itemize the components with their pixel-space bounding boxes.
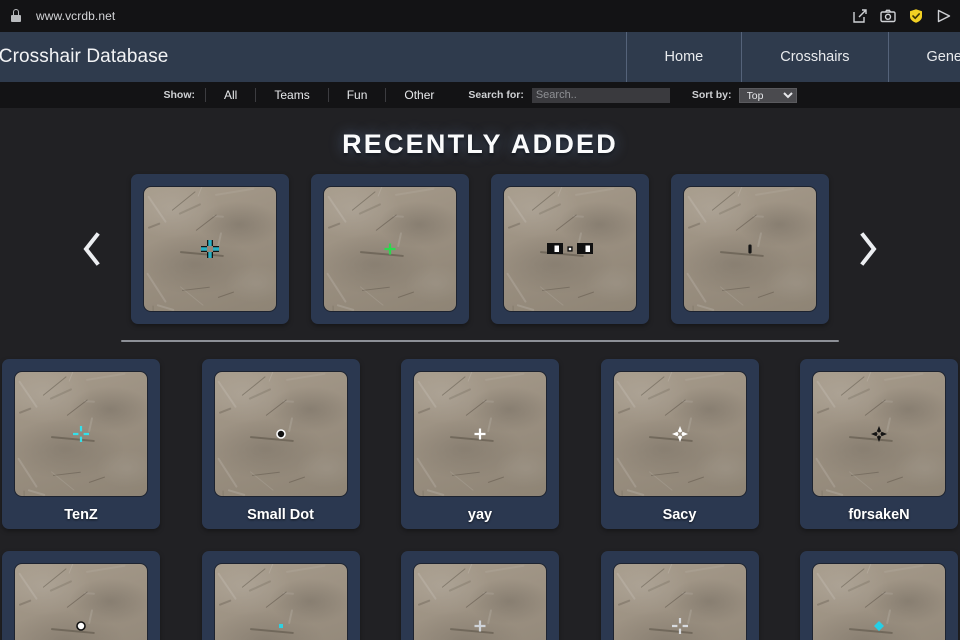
- nav-item-home[interactable]: Home: [626, 32, 742, 82]
- filter-bar: Show: All Teams Fun Other Search for: So…: [0, 82, 960, 108]
- crosshair-glyph: [856, 603, 902, 640]
- crosshair-glyph: [457, 603, 503, 640]
- crosshair-grid-row-2: [0, 551, 960, 640]
- filter-fun[interactable]: Fun: [329, 88, 387, 102]
- browser-toolbar: www.vcrdb.net: [0, 0, 960, 32]
- page-title: RECENTLY ADDED: [0, 129, 960, 160]
- crosshair-glyph: [727, 226, 773, 272]
- crosshair-preview: [613, 371, 747, 497]
- crosshair-glyph: [367, 226, 413, 272]
- crosshair-glyph: [258, 603, 304, 640]
- crosshair-glyph: [457, 411, 503, 457]
- crosshair-card[interactable]: [2, 551, 160, 640]
- crosshair-preview: [503, 186, 637, 312]
- main-nav: Home Crosshairs Gene: [626, 32, 960, 82]
- search-label: Search for:: [468, 89, 523, 101]
- crosshair-glyph: [856, 411, 902, 457]
- crosshair-preview: [14, 563, 148, 640]
- crosshair-preview: [14, 371, 148, 497]
- crosshair-card[interactable]: [311, 174, 469, 324]
- card-title: Small Dot: [214, 507, 348, 523]
- shield-check-icon[interactable]: [908, 8, 924, 24]
- card-title: f0rsakeN: [812, 507, 946, 523]
- crosshair-glyph: [657, 603, 703, 640]
- crosshair-card[interactable]: [491, 174, 649, 324]
- lock-icon: [10, 9, 22, 23]
- crosshair-card[interactable]: [601, 551, 759, 640]
- crosshair-glyph: [657, 411, 703, 457]
- crosshair-card[interactable]: [131, 174, 289, 324]
- send-icon[interactable]: [936, 8, 952, 24]
- show-label: Show:: [164, 89, 196, 101]
- crosshair-glyph: [58, 603, 104, 640]
- nav-item-generator[interactable]: Gene: [888, 32, 960, 82]
- crosshair-card-f0rsaken[interactable]: f0rsakeN: [800, 359, 958, 529]
- site-title: t Crosshair Database: [0, 46, 168, 68]
- crosshair-card-small-dot[interactable]: Small Dot: [202, 359, 360, 529]
- crosshair-preview: [413, 563, 547, 640]
- crosshair-preview: [214, 371, 348, 497]
- crosshair-glyph: [258, 411, 304, 457]
- url-text[interactable]: www.vcrdb.net: [36, 9, 115, 23]
- crosshair-glyph: [187, 226, 233, 272]
- card-title: Sacy: [613, 507, 747, 523]
- crosshair-card[interactable]: [671, 174, 829, 324]
- sort-label: Sort by:: [692, 89, 732, 101]
- crosshair-grid-row-1: TenZ Small Dot yay Sacy: [0, 359, 960, 529]
- search-input[interactable]: [532, 88, 670, 103]
- crosshair-glyph: [58, 411, 104, 457]
- sort-select[interactable]: Top: [739, 88, 797, 103]
- crosshair-preview: [143, 186, 277, 312]
- filter-all[interactable]: All: [205, 88, 256, 102]
- crosshair-preview: [683, 186, 817, 312]
- carousel: [0, 174, 960, 324]
- crosshair-card-tenz[interactable]: TenZ: [2, 359, 160, 529]
- browser-actions: [852, 0, 952, 32]
- crosshair-card[interactable]: [800, 551, 958, 640]
- filter-other[interactable]: Other: [386, 88, 454, 102]
- card-title: TenZ: [14, 507, 148, 523]
- crosshair-glyph: [535, 226, 605, 272]
- crosshair-card[interactable]: [202, 551, 360, 640]
- crosshair-preview: [613, 563, 747, 640]
- crosshair-preview: [413, 371, 547, 497]
- crosshair-card-sacy[interactable]: Sacy: [601, 359, 759, 529]
- chevron-right-icon[interactable]: [851, 227, 885, 271]
- chevron-left-icon[interactable]: [75, 227, 109, 271]
- crosshair-preview: [812, 563, 946, 640]
- card-title: yay: [413, 507, 547, 523]
- crosshair-card[interactable]: [401, 551, 559, 640]
- crosshair-preview: [812, 371, 946, 497]
- section-divider: [121, 340, 839, 342]
- filter-teams[interactable]: Teams: [256, 88, 328, 102]
- edit-box-icon[interactable]: [852, 8, 868, 24]
- crosshair-card-yay[interactable]: yay: [401, 359, 559, 529]
- camera-icon[interactable]: [880, 8, 896, 24]
- site-header: t Crosshair Database Home Crosshairs Gen…: [0, 32, 960, 82]
- crosshair-preview: [323, 186, 457, 312]
- crosshair-preview: [214, 563, 348, 640]
- nav-item-crosshairs[interactable]: Crosshairs: [741, 32, 887, 82]
